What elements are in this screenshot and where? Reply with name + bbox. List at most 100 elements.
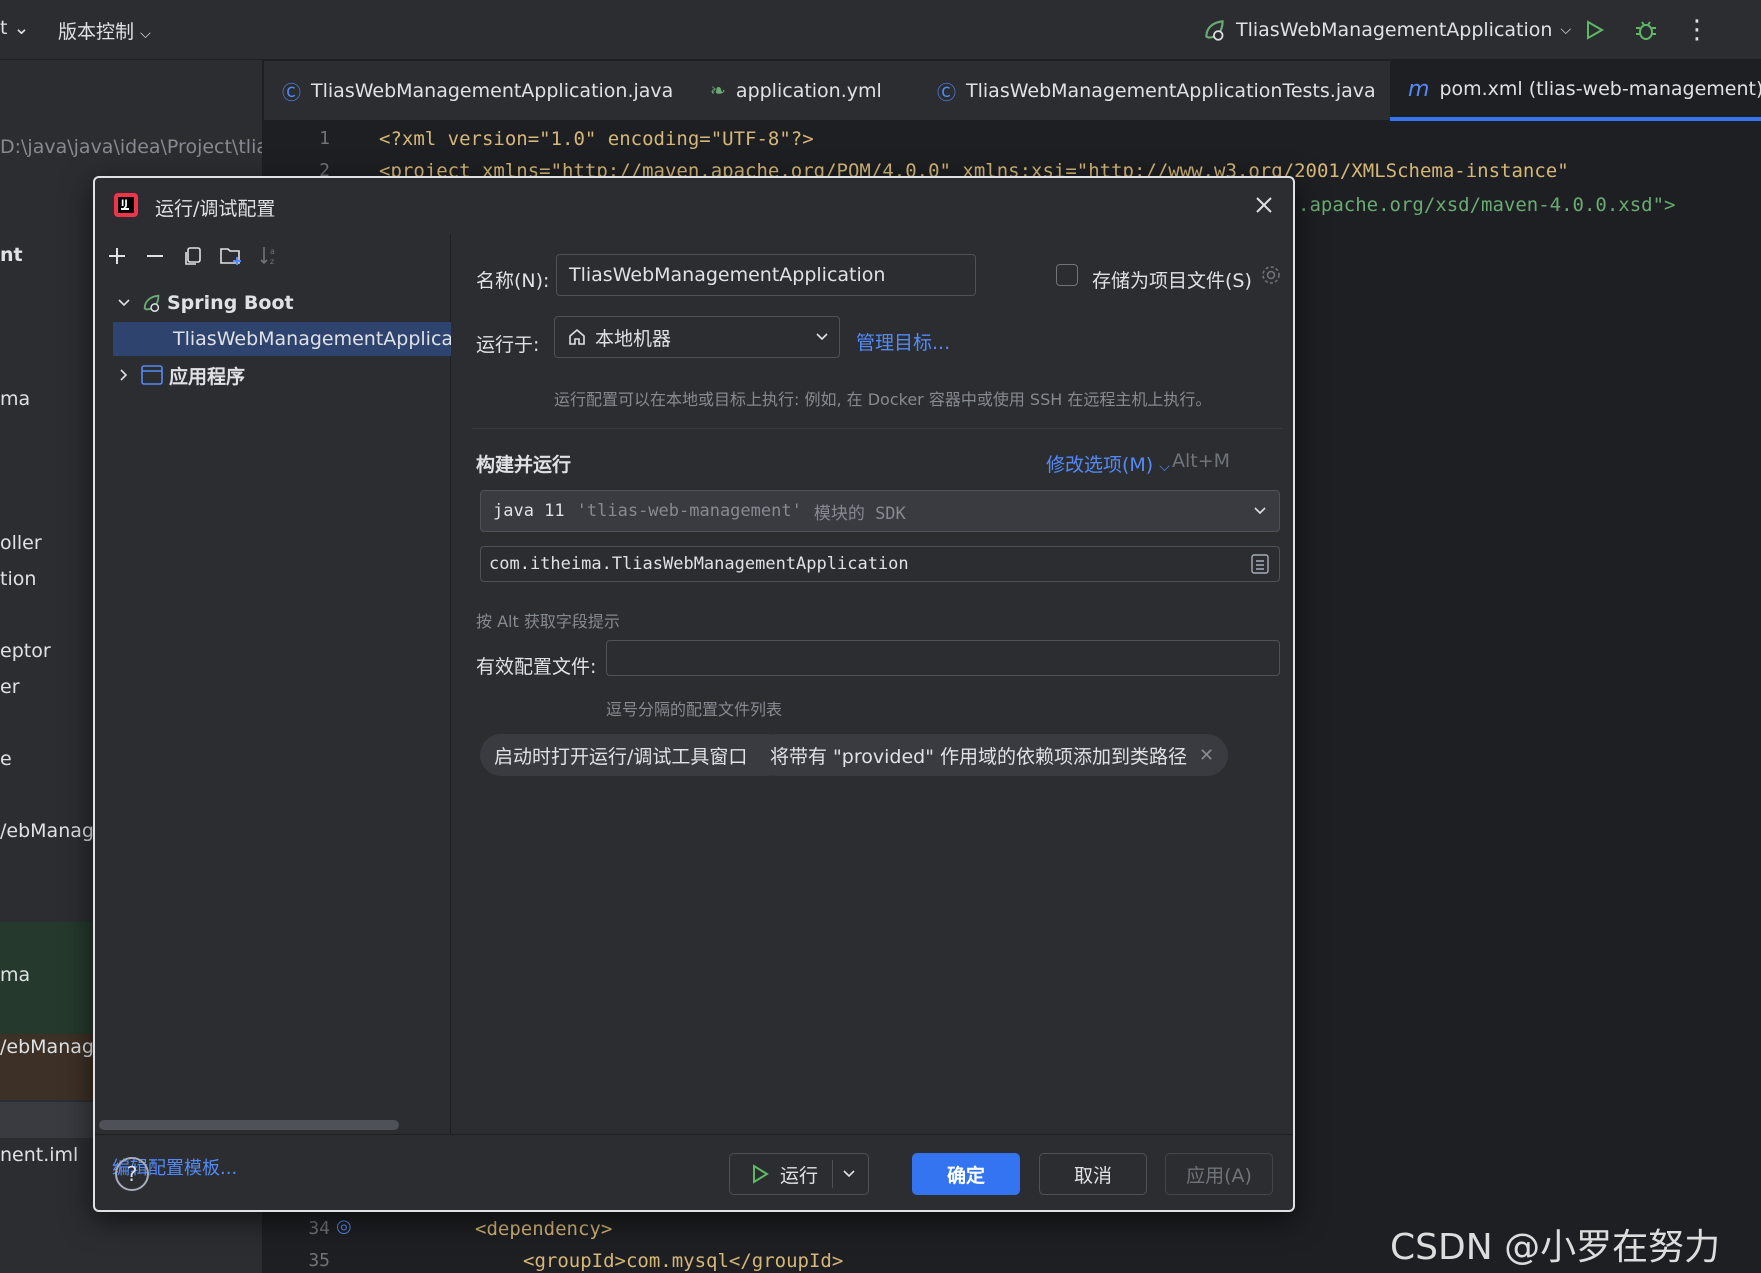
spring-boot-icon (1205, 20, 1224, 41)
run-on-value: 本地机器 (595, 327, 672, 350)
svg-text:a: a (270, 247, 275, 256)
run-on-select[interactable]: 本地机器 (554, 316, 840, 358)
tab-label: TliasWebManagementApplication.java (311, 80, 674, 102)
project-tree-item[interactable]: ma (0, 964, 30, 986)
name-field-value: TliasWebManagementApplication (569, 264, 886, 286)
project-tree-item[interactable]: nent.iml (0, 1144, 78, 1166)
spring-config-icon: ❧ (710, 80, 726, 102)
store-as-project-file-checkbox[interactable] (1056, 264, 1078, 286)
profiles-hint: 逗号分隔的配置文件列表 (606, 700, 783, 719)
modify-options-shortcut: Alt+M (1172, 450, 1231, 472)
project-tree-item[interactable]: ma (0, 388, 30, 410)
editor-tabs: Ⓒ TliasWebManagementApplication.java ❧ a… (264, 61, 1761, 121)
browse-list-icon[interactable] (1251, 554, 1269, 574)
svg-text:IJ: IJ (121, 199, 128, 209)
tab-pom-xml[interactable]: m pom.xml (tlias-web-management) ✕ (1390, 61, 1761, 121)
option-chip-open-run-window[interactable]: 启动时打开运行/调试工具窗口 ✕ (480, 734, 789, 776)
run-config-selector[interactable]: TliasWebManagementApplication ⌵ (1202, 14, 1571, 46)
implemented-icon[interactable]: ◎ (336, 1216, 352, 1237)
main-menu-partial[interactable]: t ⌄ (0, 17, 29, 39)
help-button[interactable]: ? (115, 1157, 149, 1191)
active-profiles-field[interactable] (606, 640, 1280, 676)
run-config-label: TliasWebManagementApplication (1236, 19, 1553, 41)
project-tree-item[interactable]: /ebManage (0, 820, 106, 842)
svg-text:z: z (270, 257, 274, 266)
horizontal-scrollbar[interactable] (99, 1120, 399, 1130)
dialog-footer: ? 运行 确定 取消 应用(A) (95, 1134, 1293, 1212)
dialog-title: 运行/调试配置 (155, 198, 276, 220)
store-as-project-file-label[interactable]: 存储为项目文件(S) (1092, 266, 1252, 293)
apply-button[interactable]: 应用(A) (1165, 1153, 1273, 1195)
config-tree-pane: az Spring Boot TliasWebManagementApplica… (95, 234, 451, 1179)
config-tree-toolbar: az (95, 234, 450, 278)
dialog-title-bar[interactable]: IJ 运行/调试配置 (95, 178, 1293, 234)
project-tree-item[interactable]: oller (0, 532, 42, 554)
tree-item-tlias-app[interactable]: TliasWebManagementApplication (113, 322, 451, 356)
gear-icon[interactable] (1260, 264, 1282, 291)
modify-options-link[interactable]: 修改选项(M) ⌵ (1046, 450, 1170, 477)
name-field[interactable]: TliasWebManagementApplication (556, 254, 976, 296)
ok-button[interactable]: 确定 (912, 1153, 1020, 1195)
main-toolbar: t ⌄ 版本控制 ⌵ TliasWebManagementApplication… (0, 0, 1761, 60)
tree-group-spring-boot[interactable]: Spring Boot (95, 286, 451, 320)
run-icon[interactable] (1578, 14, 1610, 46)
cancel-button[interactable]: 取消 (1039, 1153, 1147, 1195)
java-test-icon: Ⓒ (937, 81, 957, 104)
alt-hint: 按 Alt 获取字段提示 (476, 612, 620, 631)
sort-icon[interactable]: az (255, 242, 283, 270)
chevron-down-icon[interactable] (842, 1167, 856, 1181)
tree-group-application[interactable]: 应用程序 (95, 358, 451, 392)
run-button[interactable]: 运行 (729, 1153, 869, 1195)
build-run-section-title: 构建并运行 (476, 454, 572, 476)
main-class-field[interactable]: com.itheima.TliasWebManagementApplicatio… (480, 546, 1280, 582)
tab-application-java[interactable]: Ⓒ TliasWebManagementApplication.java (264, 61, 691, 121)
watermark: CSDN @小罗在努力111 (1390, 1227, 1721, 1273)
config-editor-pane: 名称(N): TliasWebManagementApplication 存储为… (452, 234, 1293, 1134)
main-class-value: com.itheima.TliasWebManagementApplicatio… (489, 554, 909, 574)
chip-label: 将带有 "provided" 作用域的依赖项添加到类路径 (770, 745, 1187, 768)
tab-application-tests-java[interactable]: Ⓒ TliasWebManagementApplicationTests.jav… (919, 61, 1394, 121)
sdk-module-name: 'tlias-web-management' (576, 501, 802, 521)
chevron-down-icon[interactable] (115, 294, 133, 312)
code-line: <?xml version="1.0" encoding="UTF-8"?> (379, 128, 814, 150)
maven-icon: m (1408, 76, 1430, 102)
project-path: D:\java\java\idea\Project\tlias-w (0, 136, 262, 158)
code-line: .apache.org/xsd/maven-4.0.0.xsd"> (1298, 194, 1676, 216)
close-icon[interactable]: ✕ (1199, 745, 1214, 766)
run-button-label: 运行 (780, 1164, 819, 1187)
separator (472, 428, 1282, 429)
tab-application-yml[interactable]: ❧ application.yml (692, 61, 900, 121)
chevron-right-icon[interactable] (115, 366, 133, 384)
project-tree-item[interactable]: /ebManage (0, 1036, 106, 1058)
code-line: <groupId>com.mysql</groupId> (523, 1250, 844, 1272)
sdk-suffix: 模块的 SDK (813, 503, 906, 524)
project-tree-item[interactable]: eptor (0, 640, 51, 662)
new-folder-icon[interactable] (217, 242, 245, 270)
remove-icon[interactable] (141, 242, 169, 270)
java-class-icon: Ⓒ (282, 81, 302, 104)
tab-label: application.yml (735, 80, 882, 102)
spring-boot-icon (143, 294, 160, 312)
manage-targets-link[interactable]: 管理目标... (856, 328, 950, 355)
vcs-menu[interactable]: 版本控制 ⌵ (58, 17, 151, 44)
chip-label: 启动时打开运行/调试工具窗口 (494, 745, 748, 768)
run-on-label: 运行于: (476, 334, 540, 356)
project-tree-item[interactable]: e (0, 748, 12, 770)
tree-item-label: TliasWebManagementApplication (173, 328, 451, 350)
chevron-down-icon: ⌵ (1560, 22, 1572, 38)
split-divider (832, 1160, 833, 1188)
close-icon[interactable] (1249, 190, 1279, 220)
tree-group-label: 应用程序 (169, 365, 246, 388)
jdk-select[interactable]: java 11 'tlias-web-management' 模块的 SDK (480, 490, 1280, 532)
more-options-icon[interactable]: ⋮ (1681, 14, 1713, 46)
add-icon[interactable] (103, 242, 131, 270)
copy-icon[interactable] (179, 242, 207, 270)
project-tree-item[interactable]: nt (0, 244, 23, 266)
project-tree-item[interactable]: tion (0, 568, 36, 590)
option-chip-provided-scope[interactable]: 将带有 "provided" 作用域的依赖项添加到类路径 ✕ (756, 734, 1229, 776)
tab-label: pom.xml (tlias-web-management) (1439, 78, 1761, 100)
debug-icon[interactable] (1630, 14, 1662, 46)
project-tree-item[interactable]: er (0, 676, 20, 698)
line-number: 34 (308, 1218, 330, 1239)
application-window-icon (141, 365, 163, 385)
